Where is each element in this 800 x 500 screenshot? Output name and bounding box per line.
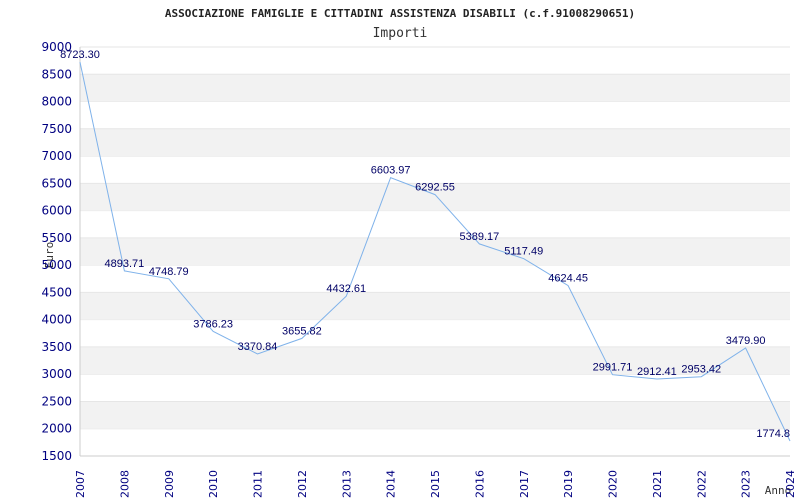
y-tick-label: 4000 (41, 313, 72, 327)
grid-band (80, 401, 790, 429)
data-label: 6292.55 (415, 182, 455, 194)
data-label: 3786.23 (193, 318, 233, 330)
y-tick-label: 6000 (41, 204, 72, 218)
data-label: 2912.41 (637, 366, 677, 378)
x-tick-label: 2008 (118, 470, 131, 498)
data-label: 3479.90 (726, 335, 766, 347)
x-tick-label: 2019 (562, 470, 575, 498)
x-tick-label: 2009 (163, 470, 176, 498)
x-tick-label: 2010 (207, 470, 220, 498)
x-tick-label: 2012 (296, 470, 309, 498)
x-tick-label: 2022 (695, 470, 708, 498)
data-label: 4432.61 (326, 283, 366, 295)
y-tick-label: 5500 (41, 231, 72, 245)
y-tick-label: 7000 (41, 149, 72, 163)
data-label: 3655.82 (282, 325, 322, 337)
line-chart: ASSOCIAZIONE FAMIGLIE E CITTADINI ASSIST… (41, 7, 797, 498)
data-label: 8723.30 (60, 49, 100, 61)
x-tick-label: 2017 (518, 470, 531, 498)
y-tick-label: 8500 (41, 67, 72, 81)
y-tick-label: 4500 (41, 285, 72, 299)
y-tick-label: 8000 (41, 95, 72, 109)
y-tick-label: 5000 (41, 258, 72, 272)
data-label: 4748.79 (149, 266, 189, 278)
data-label: 5389.17 (459, 231, 499, 243)
x-tick-label: 2007 (74, 470, 87, 498)
grid-band (80, 292, 790, 320)
x-tick-label: 2020 (607, 470, 620, 498)
data-label: 2953.42 (681, 364, 721, 376)
data-label: 6603.97 (371, 165, 411, 177)
data-label: 5117.49 (504, 246, 543, 258)
grid-band (80, 128, 790, 157)
data-label: 3370.84 (238, 341, 278, 353)
x-tick-label: 2024 (784, 470, 797, 498)
grid-band (80, 237, 790, 266)
chart-title: ASSOCIAZIONE FAMIGLIE E CITTADINI ASSIST… (165, 7, 635, 20)
x-tick-label: 2021 (651, 470, 664, 498)
grid-band (80, 74, 790, 102)
x-tick-label: 2011 (252, 470, 265, 498)
data-label: 1774.8 (756, 428, 790, 440)
x-tick-labels: 2007 2008 2009 2010 2011 2012 2013 2014 2015 2016… (74, 470, 797, 498)
x-tick-label: 2023 (740, 470, 753, 498)
y-tick-label: 7500 (41, 122, 72, 136)
y-tick-label: 6500 (41, 176, 72, 190)
x-tick-label: 2014 (385, 470, 398, 498)
x-tick-label: 2015 (429, 470, 442, 498)
y-tick-label: 3000 (41, 367, 72, 381)
data-label: 4893.71 (104, 258, 144, 270)
chart-subtitle: Importi (373, 26, 428, 41)
x-tick-label: 2016 (473, 470, 486, 498)
x-tick-label: 2013 (340, 470, 353, 498)
y-tick-label: 2500 (41, 394, 72, 408)
data-label: 4624.45 (548, 273, 588, 285)
y-tick-label: 1500 (41, 449, 72, 463)
y-tick-label: 2000 (41, 422, 72, 436)
y-tick-label: 3500 (41, 340, 72, 354)
data-label: 2991.71 (593, 362, 633, 374)
